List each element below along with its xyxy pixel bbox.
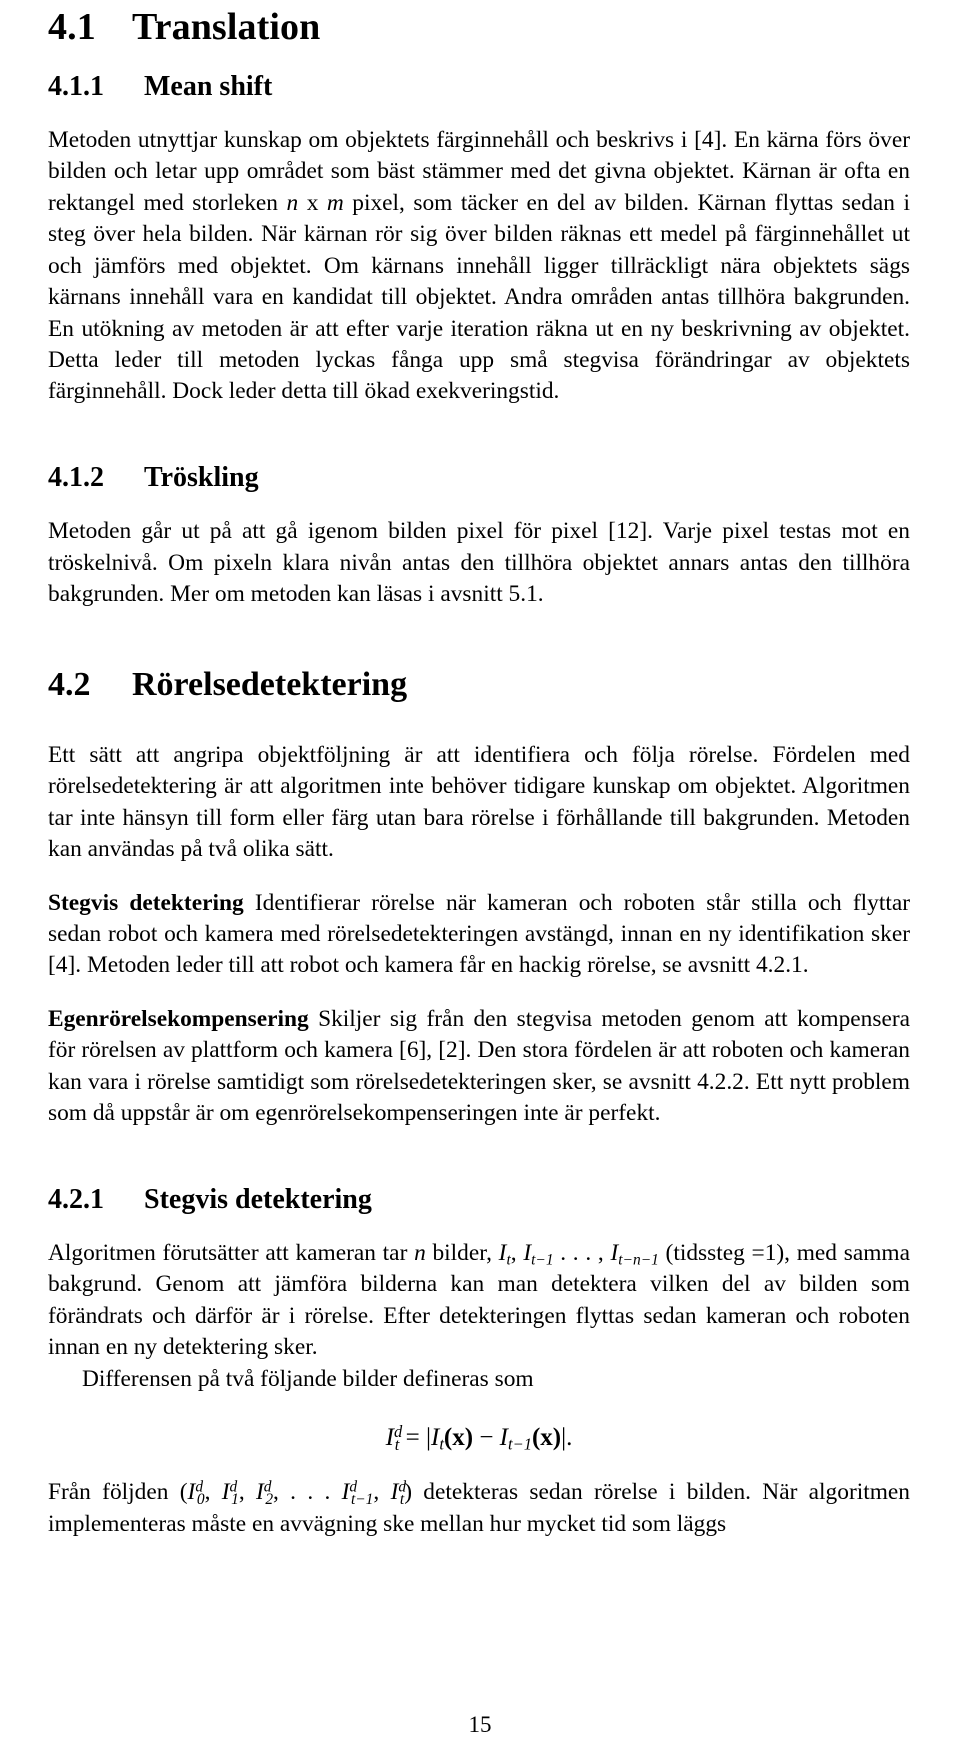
subsection-heading-troskling: 4.1.2 Tröskling	[48, 462, 910, 494]
math-seq-It: Idt	[390, 1478, 407, 1508]
paragraph-stegvis-algoritm: Algoritmen förutsätter att kameran tar n…	[48, 1238, 910, 1364]
subsection-heading-mean-shift: 4.1.1 Mean shift	[48, 71, 910, 103]
math-I-t-minus-n-minus-1: It−n−1	[610, 1239, 659, 1269]
paragraph-lead-stegvis: Stegvis detektering	[48, 889, 244, 916]
text-c: ,	[510, 1239, 524, 1266]
subsection-number: 4.2.1	[48, 1183, 104, 1215]
section-title: Translation	[132, 6, 321, 48]
math-seq-Itm1: Idt−1	[341, 1478, 374, 1508]
math-seq-I0: Id0	[187, 1478, 205, 1508]
page-number: 15	[468, 1712, 492, 1737]
equation-term-2: It−1(x)	[499, 1424, 562, 1454]
math-var-m: m	[326, 189, 344, 216]
section-heading-translation: 4.1 Translation	[48, 6, 910, 49]
equation-equals: =	[405, 1424, 420, 1452]
math-var-n: n	[286, 189, 299, 216]
document-page: 4.1 Translation 4.1.1 Mean shift Metoden u…	[0, 0, 960, 1754]
section-number: 4.2	[48, 665, 91, 703]
paragraph-mean-shift: Metoden utnyttjar kunskap om objektets f…	[48, 125, 910, 408]
page-content: 4.1 Translation 4.1.1 Mean shift Metoden u…	[48, 6, 910, 1540]
subsection-number: 4.1.1	[48, 70, 104, 102]
paragraph-text-part2: pixel, som täcker en del av bilden. Kärn…	[48, 189, 910, 405]
paragraph-troskling: Metoden går ut på att gå igenom bilden p…	[48, 518, 910, 608]
text-d: . . . ,	[553, 1239, 611, 1266]
math-times: x	[298, 189, 327, 216]
paragraph-rorelse-intro: Ett sätt att angripa objektföljning är a…	[48, 741, 910, 863]
equation-lhs: Idt	[385, 1422, 403, 1454]
paragraph-foljden: Från följden (Id0, Id1, Id2, . . . Idt−1…	[48, 1478, 910, 1537]
math-seq-dots: , . . .	[273, 1479, 342, 1506]
text-a: Algoritmen förutsätter att kameran tar	[48, 1239, 415, 1266]
paragraph-lead-egen: Egenrörelsekompensering	[48, 1005, 309, 1032]
subsection-number: 4.1.2	[48, 461, 104, 493]
display-equation-difference: Idt = |It(x) − It−1(x)|.	[48, 1423, 910, 1453]
section-number: 4.1	[48, 6, 96, 48]
equation-term-1: It(x)	[430, 1424, 474, 1454]
section-heading-rorelsedetektering: 4.2 Rörelsedetektering	[48, 665, 910, 704]
math-I-t: It	[498, 1239, 511, 1269]
math-I-t-minus-1: It−1	[523, 1239, 554, 1269]
paragraph-egenrorelsekompensering: Egenrörelsekompensering Skiljer sig från…	[48, 1004, 910, 1130]
equation-minus: −	[479, 1424, 494, 1452]
text-b: bilder,	[425, 1239, 499, 1266]
subsection-heading-stegvis-detektering: 4.2.1 Stegvis detektering	[48, 1184, 910, 1216]
subsection-title: Tröskling	[144, 461, 259, 493]
text-f: Från följden (	[48, 1479, 188, 1506]
math-seq-I2: Id2	[255, 1478, 274, 1508]
paragraph-stegvis-detektering: Stegvis detektering Identifierar rörelse…	[48, 888, 910, 982]
math-var-n: n	[414, 1239, 426, 1266]
section-title: Rörelsedetektering	[132, 665, 408, 703]
math-seq-I1: Id1	[221, 1478, 239, 1508]
paragraph-differensen: Differensen på två följande bilder defin…	[82, 1365, 534, 1392]
equation-period: .	[566, 1424, 573, 1452]
subsection-title: Mean shift	[144, 70, 273, 102]
subsection-title: Stegvis detektering	[144, 1183, 372, 1215]
